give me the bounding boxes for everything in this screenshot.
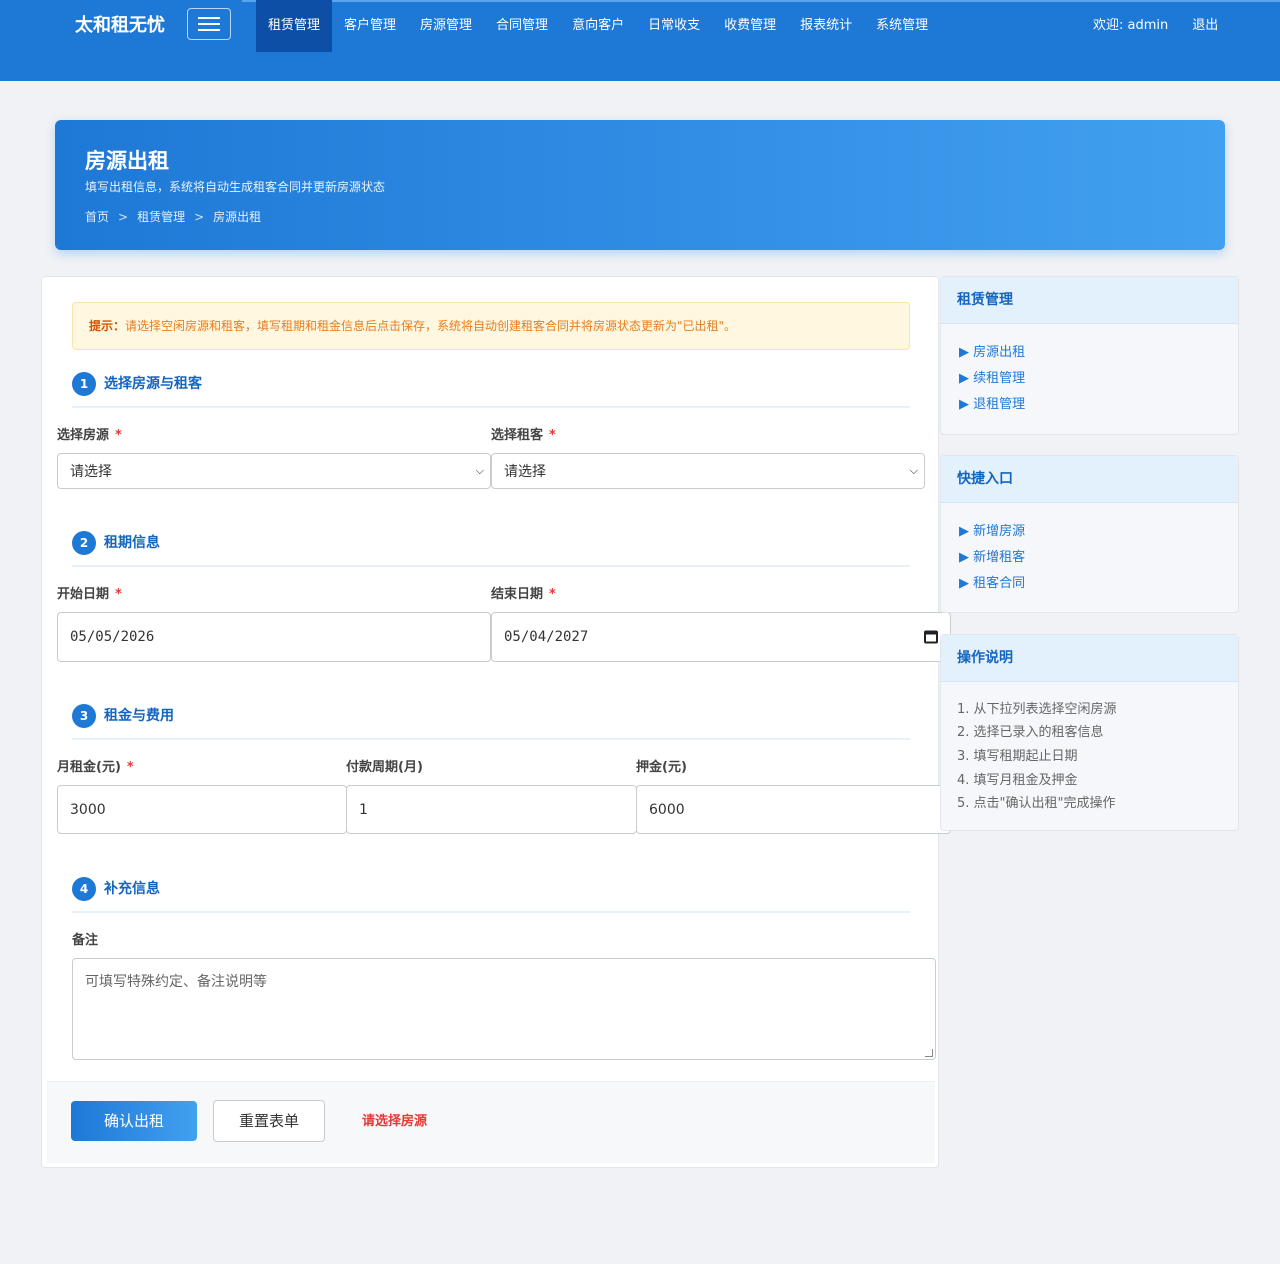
guide-step: 4. 填写月租金及押金: [957, 773, 1078, 788]
side-link-add-house[interactable]: ▶ 新增房源: [959, 523, 1025, 541]
main-nav: 租赁管理 客户管理 房源管理 合同管理 意向客户 日常收支 收费管理 报表统计 …: [256, 0, 940, 52]
user-area: 欢迎: admin 退出: [1093, 0, 1218, 52]
validation-error: 请选择房源: [362, 1114, 428, 1129]
deposit-label: 押金(元): [636, 760, 687, 775]
section-title: 补充信息: [104, 881, 160, 897]
breadcrumb-rental[interactable]: 租赁管理: [137, 208, 185, 226]
form-actions: 确认出租 重置表单 请选择房源: [47, 1081, 935, 1163]
section-number: 3: [72, 704, 96, 728]
start-date-input[interactable]: 05/05/2026: [57, 612, 491, 662]
breadcrumb: 首页 > 租赁管理 > 房源出租: [85, 208, 261, 226]
rent-input[interactable]: 3000: [57, 785, 347, 834]
tenant-select[interactable]: 请选择 ⌵: [491, 453, 925, 489]
nav-item-contracts[interactable]: 合同管理: [484, 0, 560, 52]
confirm-rent-button[interactable]: 确认出租: [71, 1101, 197, 1141]
tenant-select-label: 选择租客 *: [491, 428, 556, 443]
breadcrumb-separator: >: [194, 210, 205, 224]
resize-handle-icon[interactable]: [925, 1049, 933, 1057]
breadcrumb-separator: >: [118, 210, 129, 224]
side-link-checkout[interactable]: ▶ 退租管理: [959, 396, 1025, 414]
calendar-icon[interactable]: [924, 630, 938, 644]
nav-item-billing[interactable]: 收费管理: [712, 0, 788, 52]
logout-link[interactable]: 退出: [1192, 0, 1218, 52]
breadcrumb-home[interactable]: 首页: [85, 208, 109, 226]
guide-step: 3. 填写租期起止日期: [957, 749, 1078, 764]
end-date-label: 结束日期 *: [491, 587, 556, 602]
page-title: 房源出租: [85, 149, 169, 173]
house-select-label: 选择房源 *: [57, 428, 122, 443]
tip-text: 请选择空闲房源和租客，填写租期和租金信息后点击保存，系统将自动创建租客合同并将房…: [125, 319, 737, 333]
nav-item-prospects[interactable]: 意向客户: [560, 0, 636, 52]
section-title: 选择房源与租客: [104, 376, 202, 392]
section-title: 租期信息: [104, 535, 160, 551]
top-navbar: 太和租无忧 租赁管理 客户管理 房源管理 合同管理 意向客户 日常收支 收费管理…: [0, 0, 1280, 81]
section-house-tenant: 1 选择房源与租客: [72, 372, 910, 408]
page-header-banner: 房源出租 填写出租信息，系统将自动生成租客合同并更新房源状态 首页 > 租赁管理…: [55, 120, 1225, 250]
end-date-input[interactable]: 05/04/2027: [491, 612, 951, 662]
page-subtitle: 填写出租信息，系统将自动生成租客合同并更新房源状态: [85, 180, 386, 194]
chevron-down-icon: ⌵: [475, 464, 484, 477]
section-title: 租金与费用: [104, 708, 174, 724]
pay-cycle-input[interactable]: 1: [346, 785, 637, 834]
tip-box: 提示：请选择空闲房源和租客，填写租期和租金信息后点击保存，系统将自动创建租客合同…: [72, 302, 910, 350]
panel-title: 快捷入口: [941, 456, 1238, 503]
section-number: 1: [72, 372, 96, 396]
side-panel-guide: 操作说明 1. 从下拉列表选择空闲房源 2. 选择已录入的租客信息 3. 填写租…: [940, 634, 1239, 831]
side-panel-rental: 租赁管理 ▶ 房源出租 ▶ 续租管理 ▶ 退租管理: [940, 276, 1239, 435]
section-number: 2: [72, 531, 96, 555]
side-link-renewal[interactable]: ▶ 续租管理: [959, 370, 1025, 388]
panel-title: 操作说明: [941, 635, 1238, 682]
tip-label: 提示：: [89, 319, 126, 333]
section-lease-period: 2 租期信息: [72, 531, 910, 567]
rent-label: 月租金(元) *: [57, 760, 134, 775]
nav-item-system[interactable]: 系统管理: [864, 0, 940, 52]
side-panel-quick: 快捷入口 ▶ 新增房源 ▶ 新增租客 ▶ 租客合同: [940, 455, 1239, 613]
section-extra-info: 4 补充信息: [72, 877, 910, 913]
panel-title: 租赁管理: [941, 277, 1238, 324]
side-link-house-rent[interactable]: ▶ 房源出租: [959, 344, 1025, 362]
hamburger-menu-icon[interactable]: [187, 8, 231, 40]
nav-item-rental[interactable]: 租赁管理: [256, 0, 333, 52]
guide-step: 2. 选择已录入的租客信息: [957, 725, 1104, 740]
side-link-tenant-contract[interactable]: ▶ 租客合同: [959, 575, 1025, 593]
start-date-label: 开始日期 *: [57, 587, 122, 602]
remark-textarea[interactable]: 可填写特殊约定、备注说明等: [72, 958, 936, 1060]
welcome-user: 欢迎: admin: [1093, 18, 1169, 33]
section-rent-fees: 3 租金与费用: [72, 704, 910, 740]
guide-step: 1. 从下拉列表选择空闲房源: [957, 702, 1117, 717]
house-select[interactable]: 请选择 ⌵: [57, 453, 491, 489]
chevron-down-icon: ⌵: [909, 464, 918, 477]
section-number: 4: [72, 877, 96, 901]
nav-item-customers[interactable]: 客户管理: [332, 0, 408, 52]
nav-item-houses[interactable]: 房源管理: [408, 0, 484, 52]
remark-label: 备注: [72, 933, 99, 948]
side-link-add-tenant[interactable]: ▶ 新增租客: [959, 549, 1025, 567]
guide-step: 5. 点击"确认出租"完成操作: [957, 796, 1116, 811]
nav-item-daily-finance[interactable]: 日常收支: [636, 0, 712, 52]
reset-form-button[interactable]: 重置表单: [213, 1100, 325, 1142]
breadcrumb-current: 房源出租: [213, 210, 262, 224]
rental-form-card: 提示：请选择空闲房源和租客，填写租期和租金信息后点击保存，系统将自动创建租客合同…: [41, 276, 951, 1168]
brand-logo[interactable]: 太和租无忧: [75, 14, 165, 38]
nav-item-reports[interactable]: 报表统计: [788, 0, 864, 52]
pay-cycle-label: 付款周期(月): [346, 760, 423, 775]
deposit-input[interactable]: 6000: [636, 785, 951, 834]
